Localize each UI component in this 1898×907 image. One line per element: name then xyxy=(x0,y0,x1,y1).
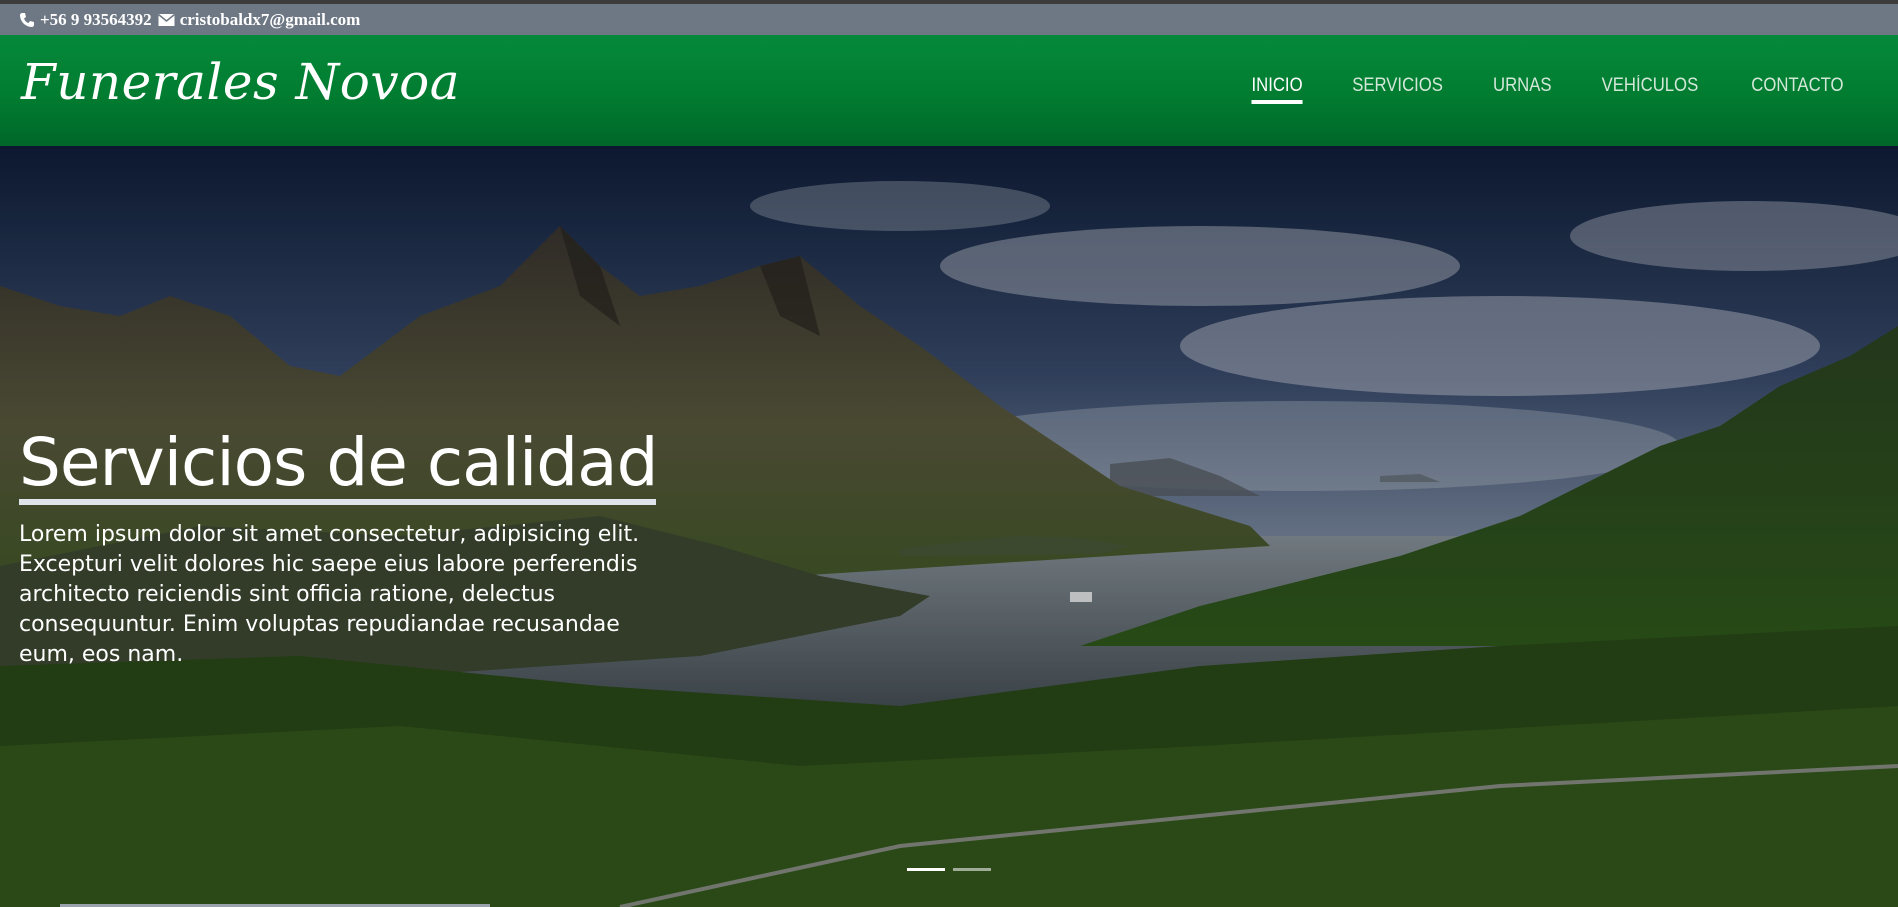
nav-link-inicio[interactable]: INICIO xyxy=(1251,75,1303,104)
carousel-indicator-2[interactable] xyxy=(953,868,991,871)
nav-link-servicios[interactable]: SERVICIOS xyxy=(1352,75,1443,104)
email-address: cristobaldx7@gmail.com xyxy=(179,9,361,29)
hero-title-underline xyxy=(19,499,656,505)
navbar: Funerales Novoa INICIO SERVICIOS URNAS V… xyxy=(0,35,1898,146)
contact-email[interactable]: cristobaldx7@gmail.com xyxy=(157,9,361,30)
phone-icon xyxy=(20,12,34,27)
hero-carousel[interactable]: Servicios de calidad Lorem ipsum dolor s… xyxy=(0,146,1898,907)
phone-number: +56 9 93564392 xyxy=(40,9,152,29)
nav-menu: INICIO SERVICIOS URNAS VEHÍCULOS CONTACT… xyxy=(1208,75,1850,104)
carousel-indicators xyxy=(907,868,991,871)
nav-link-vehiculos[interactable]: VEHÍCULOS xyxy=(1602,75,1699,104)
contact-phone[interactable]: +56 9 93564392 xyxy=(19,10,152,30)
nav-link-contacto[interactable]: CONTACTO xyxy=(1751,75,1843,104)
envelope-icon xyxy=(157,13,175,26)
contact-bar: +56 9 93564392 cristobaldx7@gmail.com xyxy=(0,4,1898,35)
brand-logo[interactable]: Funerales Novoa xyxy=(21,53,460,111)
hero-title: Servicios de calidad xyxy=(19,424,659,501)
carousel-indicator-1[interactable] xyxy=(907,868,945,871)
nav-link-urnas[interactable]: URNAS xyxy=(1493,75,1552,104)
hero-description: Lorem ipsum dolor sit amet consectetur, … xyxy=(19,522,640,667)
